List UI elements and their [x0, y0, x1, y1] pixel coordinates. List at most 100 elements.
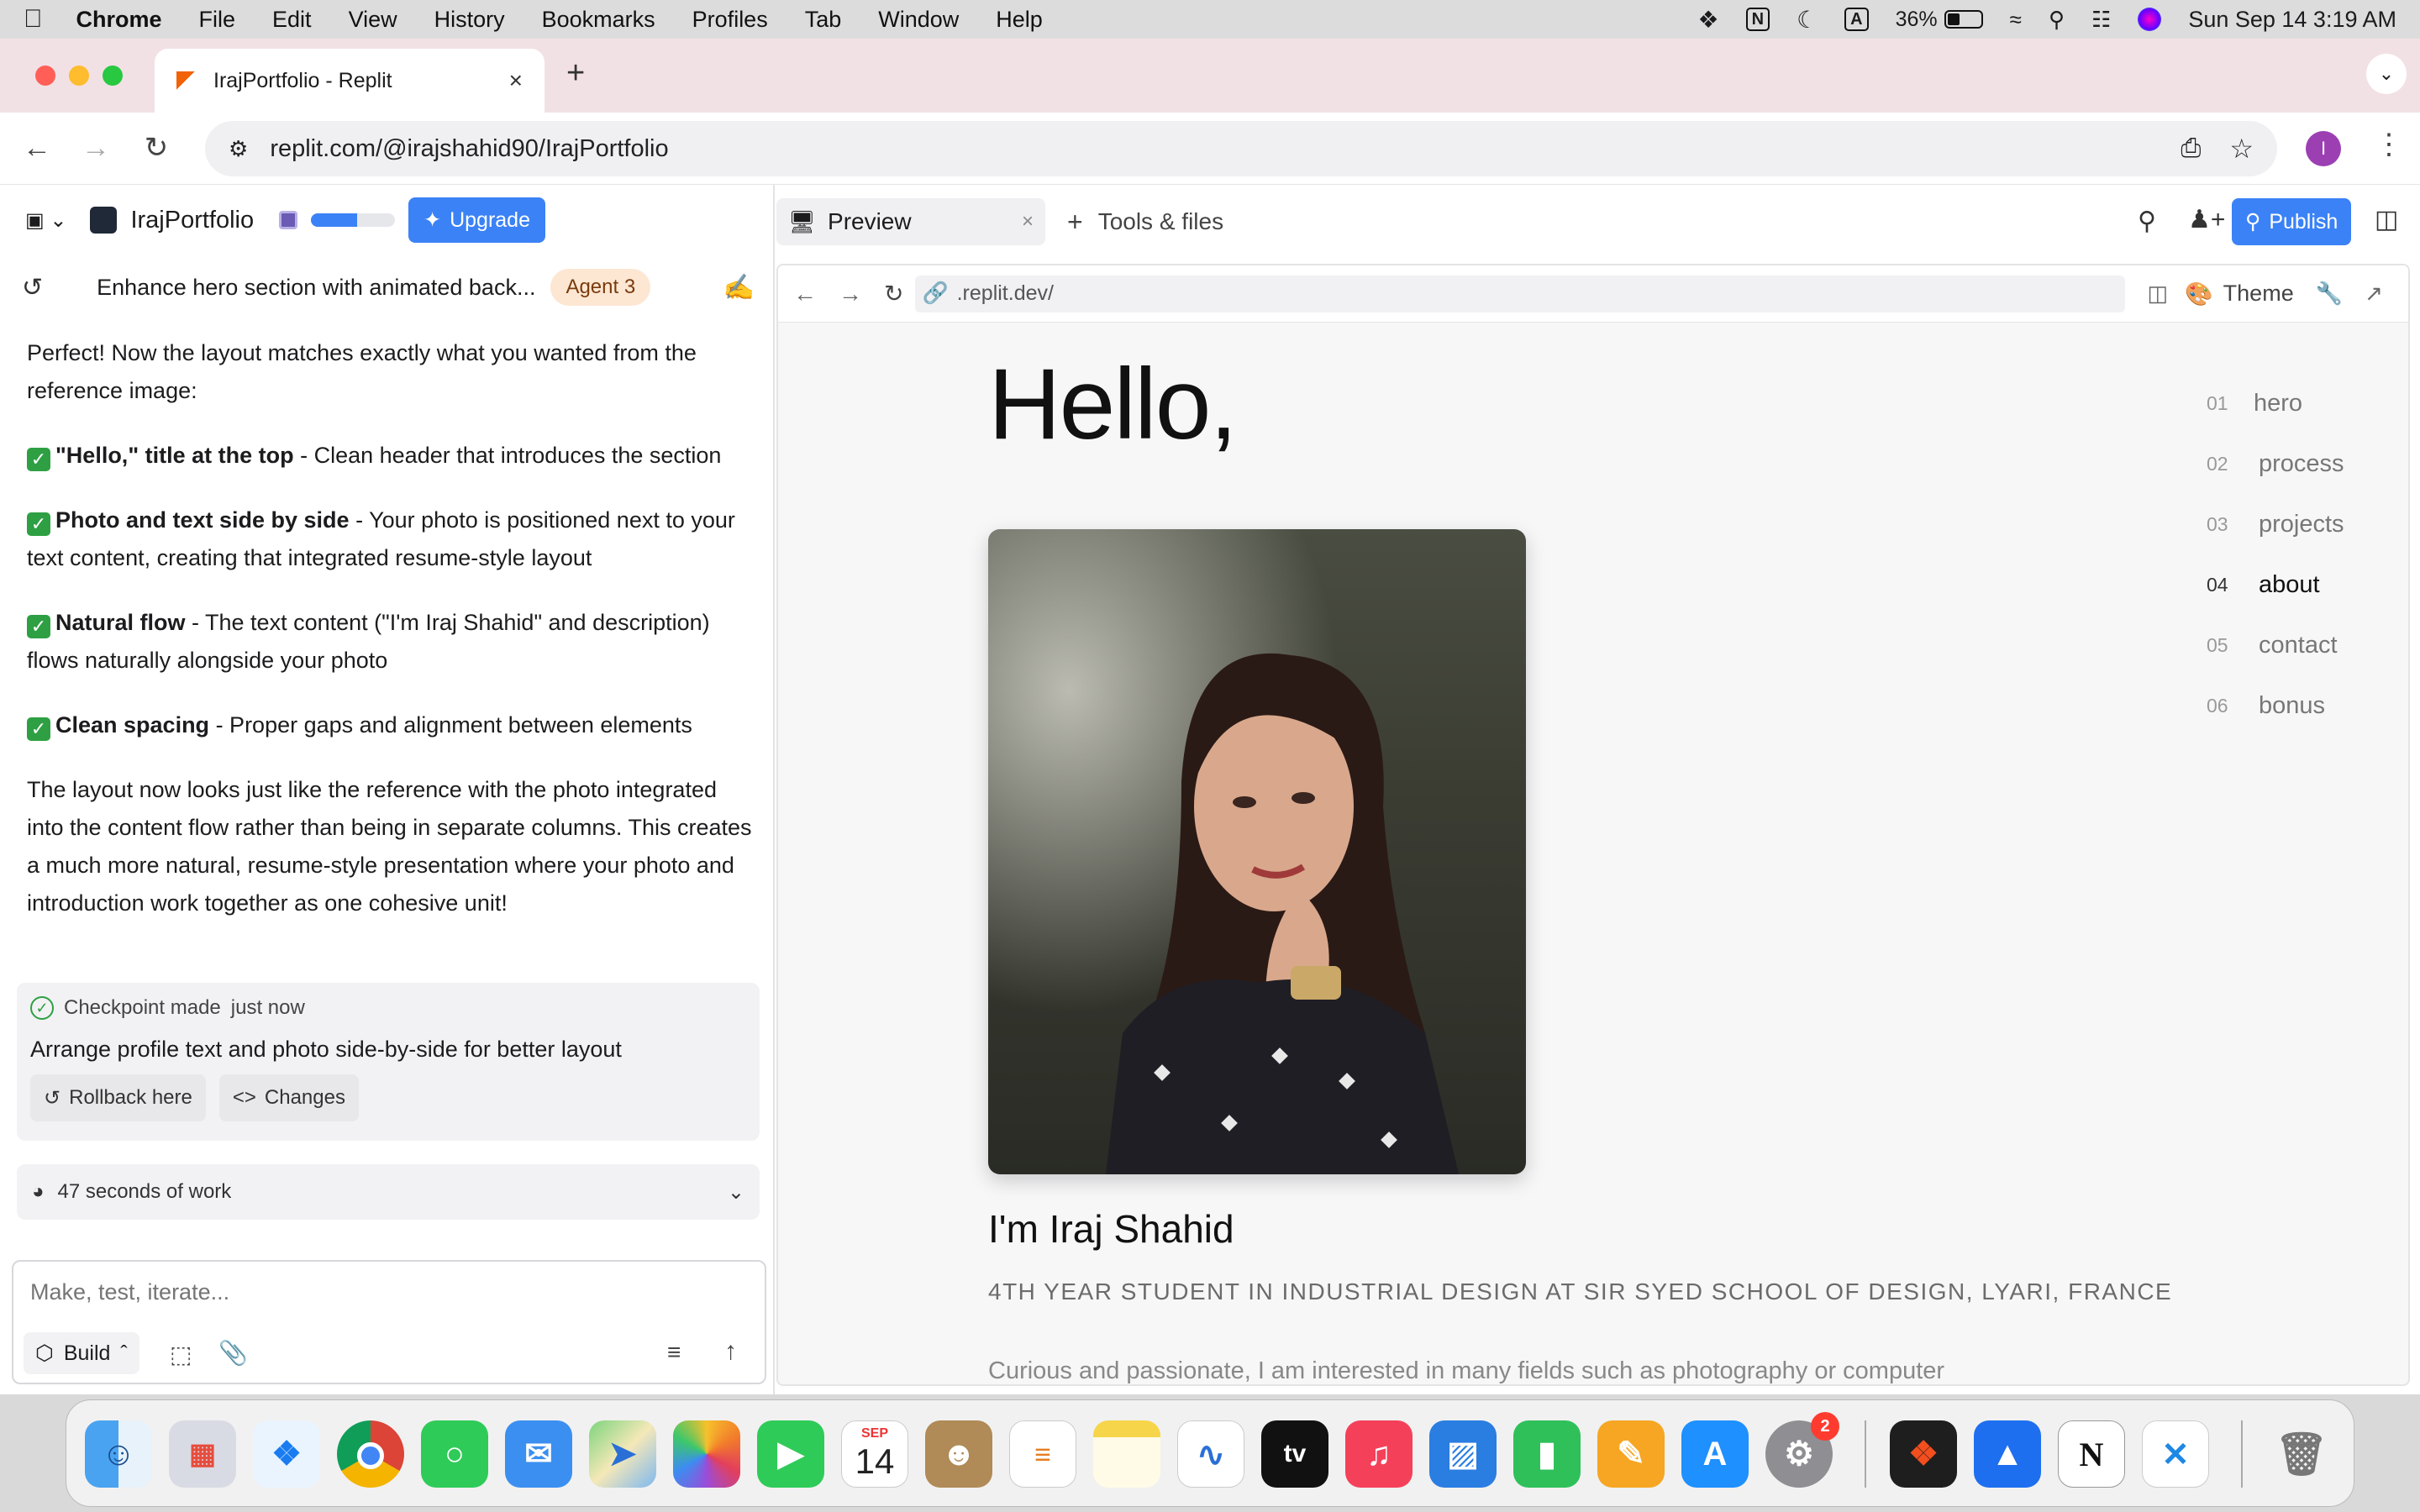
- devices-icon[interactable]: ◫: [2147, 281, 2168, 307]
- send-arrow-icon[interactable]: ↑: [724, 1337, 737, 1366]
- notion-icon[interactable]: N: [2058, 1420, 2125, 1488]
- control-center-icon[interactable]: ☷: [2091, 7, 2111, 33]
- framer-icon[interactable]: ▲: [1974, 1420, 2041, 1488]
- reload-icon[interactable]: ↻: [884, 280, 903, 307]
- bookmark-star-icon[interactable]: ☆: [2229, 133, 2254, 165]
- publish-button[interactable]: ⚲ Publish: [2232, 198, 2352, 245]
- chrome-icon[interactable]: [337, 1420, 404, 1488]
- menu-help[interactable]: Help: [996, 7, 1043, 33]
- battery-indicator[interactable]: 36%: [1896, 8, 1983, 32]
- tab-search-button[interactable]: ⌄: [2366, 54, 2407, 94]
- forward-arrow-icon[interactable]: →: [839, 281, 862, 307]
- menu-profiles[interactable]: Profiles: [692, 7, 768, 33]
- back-arrow-icon[interactable]: ←: [20, 131, 54, 165]
- freeform-icon[interactable]: ∿: [1177, 1420, 1244, 1488]
- theme-button[interactable]: 🎨 Theme: [2185, 281, 2294, 307]
- thread-title[interactable]: Enhance hero section with animated back.…: [97, 275, 535, 301]
- profile-avatar[interactable]: I: [2306, 131, 2341, 166]
- menu-file[interactable]: File: [199, 7, 236, 33]
- mail-icon[interactable]: ✉: [505, 1420, 572, 1488]
- safari-icon[interactable]: ❖: [253, 1420, 320, 1488]
- contacts-icon[interactable]: ☻: [925, 1420, 992, 1488]
- music-icon[interactable]: ♫: [1345, 1420, 1413, 1488]
- toggle-panel-icon[interactable]: ◫: [2375, 205, 2398, 234]
- menu-bookmarks[interactable]: Bookmarks: [542, 7, 655, 33]
- project-name[interactable]: IrajPortfolio: [130, 207, 254, 234]
- search-icon[interactable]: ⚲: [2138, 207, 2156, 236]
- address-bar[interactable]: ⚙ replit.com/@irajshahid90/IrajPortfolio…: [205, 121, 2277, 176]
- vscode-icon[interactable]: ✕: [2142, 1420, 2209, 1488]
- menu-window[interactable]: Window: [878, 7, 959, 33]
- finder-icon[interactable]: ☺: [85, 1420, 152, 1488]
- site-settings-icon[interactable]: ⚙: [229, 136, 248, 162]
- changes-button[interactable]: <> Changes: [218, 1074, 359, 1121]
- attach-paperclip-icon[interactable]: 📎: [218, 1339, 248, 1367]
- menu-view[interactable]: View: [349, 7, 397, 33]
- menu-edit[interactable]: Edit: [272, 7, 312, 33]
- keynote-icon[interactable]: ▨: [1429, 1420, 1497, 1488]
- apple-tv-icon[interactable]: tv: [1261, 1420, 1328, 1488]
- nav-item-about[interactable]: 04 about: [2207, 554, 2391, 615]
- back-arrow-icon[interactable]: ←: [793, 281, 817, 307]
- figma-icon[interactable]: ❖: [1890, 1420, 1957, 1488]
- preview-url-bar[interactable]: 🔗 .replit.dev/: [915, 275, 2126, 312]
- window-close-button[interactable]: [35, 66, 55, 86]
- preview-tab[interactable]: 🖥 Preview ×: [776, 198, 1045, 245]
- figma-status-icon[interactable]: ❖: [1698, 6, 1719, 34]
- siri-icon[interactable]: [2138, 8, 2162, 31]
- wifi-icon[interactable]: ≈: [2010, 7, 2022, 33]
- window-minimize-button[interactable]: [69, 66, 89, 86]
- rollback-button[interactable]: ↺ Rollback here: [30, 1074, 206, 1121]
- calendar-icon[interactable]: SEP 14: [841, 1420, 908, 1488]
- apple-icon[interactable]: : [24, 5, 43, 34]
- tab-close-icon[interactable]: ×: [509, 67, 523, 94]
- select-element-icon[interactable]: ⬚: [170, 1341, 192, 1368]
- tab-close-icon[interactable]: ×: [1022, 210, 1034, 234]
- nav-item-bonus[interactable]: 06 bonus: [2207, 675, 2391, 736]
- nav-item-hero[interactable]: 01 hero: [2207, 373, 2391, 433]
- agent-badge[interactable]: Agent 3: [550, 269, 651, 306]
- notion-status-icon[interactable]: N: [1745, 8, 1770, 31]
- reload-icon[interactable]: ↻: [139, 131, 173, 165]
- menubar-clock[interactable]: Sun Sep 14 3:19 AM: [2188, 7, 2396, 33]
- install-app-icon[interactable]: ⎙: [2181, 134, 2201, 163]
- moon-icon[interactable]: ☾: [1797, 6, 1818, 34]
- nav-item-process[interactable]: 02 process: [2207, 433, 2391, 494]
- menu-app-name[interactable]: Chrome: [76, 7, 162, 33]
- menu-history[interactable]: History: [434, 7, 505, 33]
- facetime-icon[interactable]: ▶: [757, 1420, 824, 1488]
- tools-files-tab[interactable]: + Tools & files: [1067, 198, 1223, 245]
- numbers-icon[interactable]: ▮: [1513, 1420, 1581, 1488]
- spotlight-search-icon[interactable]: ⚲: [2049, 7, 2065, 33]
- agent-prompt-input[interactable]: [30, 1275, 744, 1309]
- messages-icon[interactable]: ○: [421, 1420, 488, 1488]
- system-settings-icon[interactable]: ⚙ 2: [1765, 1412, 1839, 1488]
- window-zoom-button[interactable]: [103, 66, 123, 86]
- notes-icon[interactable]: [1093, 1420, 1160, 1488]
- new-chat-icon[interactable]: ✍: [723, 273, 755, 302]
- maps-icon[interactable]: ➤: [589, 1420, 656, 1488]
- photos-icon[interactable]: [673, 1420, 740, 1488]
- stop-icon[interactable]: [279, 211, 298, 229]
- browser-tab-active[interactable]: IrajPortfolio - Replit ×: [155, 49, 544, 113]
- reminders-icon[interactable]: ≡: [1009, 1420, 1076, 1488]
- upgrade-button[interactable]: ✦ Upgrade: [408, 197, 545, 243]
- open-external-icon[interactable]: ↗: [2365, 281, 2383, 307]
- settings-sliders-icon[interactable]: ≡: [667, 1339, 681, 1366]
- input-source-icon[interactable]: A: [1844, 8, 1869, 31]
- wrench-icon[interactable]: 🔧: [2316, 281, 2343, 307]
- pages-icon[interactable]: ✎: [1597, 1420, 1665, 1488]
- nav-item-contact[interactable]: 05 contact: [2207, 615, 2391, 675]
- launchpad-icon[interactable]: ▦: [169, 1420, 236, 1488]
- build-mode-selector[interactable]: ⬡ Build ˆ: [24, 1332, 139, 1374]
- app-store-icon[interactable]: A: [1681, 1420, 1749, 1488]
- menu-tab[interactable]: Tab: [805, 7, 842, 33]
- nav-item-projects[interactable]: 03 projects: [2207, 494, 2391, 554]
- trash-icon[interactable]: 🗑: [2268, 1420, 2335, 1488]
- invite-user-icon[interactable]: ♟+: [2188, 205, 2225, 234]
- new-tab-button[interactable]: +: [566, 55, 585, 92]
- replit-logo-menu[interactable]: ▣ ⌄: [25, 208, 66, 233]
- work-summary-bar[interactable]: ◕ 47 seconds of work ⌄: [17, 1164, 760, 1220]
- history-icon[interactable]: ↺: [22, 273, 43, 302]
- chrome-menu-icon[interactable]: ⋮: [2375, 128, 2403, 161]
